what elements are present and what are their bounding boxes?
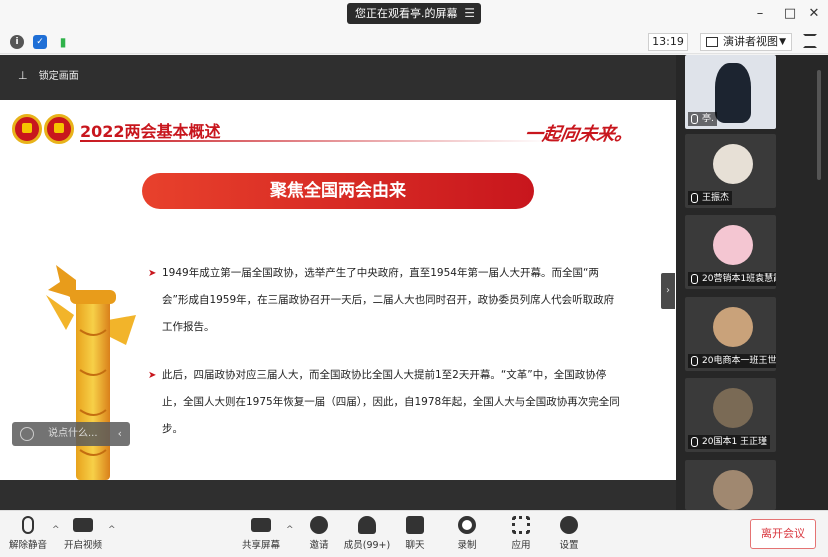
participant-video xyxy=(715,63,751,123)
title-bar: 您正在观看亭.的屏幕 ☰ – □ ✕ xyxy=(0,0,828,30)
chevron-left-icon[interactable]: ‹ xyxy=(118,422,122,446)
apps-button[interactable]: 应用 xyxy=(506,516,536,551)
window-title: 您正在观看亭.的屏幕 xyxy=(355,7,458,20)
meeting-timer: 13:19 xyxy=(648,33,688,51)
emoji-icon[interactable] xyxy=(20,427,34,441)
info-icon[interactable]: i xyxy=(10,35,24,49)
paragraph-1: ➤ 1949年成立第一届全国政协，选举产生了中央政府，直至1954年第一届人大开… xyxy=(148,260,623,341)
record-icon xyxy=(458,516,476,534)
paragraph-2: ➤ 此后，四届政协对应三届人大，而全国政协比全国人大提前1至2天开幕。“文革”中… xyxy=(148,362,623,443)
participant-tile[interactable]: 20电商本一班王世昱 xyxy=(685,297,776,371)
speaker-view-icon xyxy=(706,37,718,47)
view-mode-label: 演讲者视图 xyxy=(723,35,778,48)
participant-tile[interactable]: 20营销本1班袁慧霞 xyxy=(685,215,776,289)
close-icon[interactable]: ✕ xyxy=(806,6,822,22)
participant-name: 20电商本一班王世昱 xyxy=(688,354,776,368)
mic-muted-icon xyxy=(22,516,34,534)
participant-tile[interactable] xyxy=(685,460,776,510)
settings-button[interactable]: 设置 xyxy=(554,516,584,551)
participant-name: 20营销本1班袁慧霞 xyxy=(688,272,776,286)
lock-view-button[interactable]: ⊥ 锁定画面 xyxy=(10,64,87,88)
view-mode-button[interactable]: 演讲者视图 ▼ xyxy=(700,33,792,51)
party-emblem-icon xyxy=(44,114,74,144)
invite-icon xyxy=(310,516,328,534)
panel-scrollbar[interactable] xyxy=(817,70,821,180)
share-options-caret[interactable]: ^ xyxy=(286,525,294,535)
mic-options-caret[interactable]: ^ xyxy=(52,525,60,535)
signal-icon[interactable]: ▮ xyxy=(56,35,70,49)
participant-name: 亭. xyxy=(688,112,717,126)
participant-name: 20国本1 王正瑾 xyxy=(688,435,771,449)
slide-title: 2022两会基本概述 xyxy=(80,122,221,141)
participant-avatar xyxy=(713,388,753,428)
participant-avatar xyxy=(713,307,753,347)
members-icon xyxy=(358,516,376,534)
national-emblem-icon xyxy=(12,114,42,144)
collapse-panel-button[interactable]: › xyxy=(661,273,675,309)
mic-icon xyxy=(691,114,698,124)
fullscreen-icon[interactable] xyxy=(803,34,817,48)
meeting-window: 您正在观看亭.的屏幕 ☰ – □ ✕ i ✓ ▮ 13:19 演讲者视图 ▼ ⊥… xyxy=(0,0,828,557)
mic-icon xyxy=(691,193,698,203)
unmute-button[interactable]: 解除静音 xyxy=(8,516,48,551)
members-button[interactable]: 成员(99+) xyxy=(342,516,392,551)
participant-panel: 亭. 王振杰 20营销本1班袁慧霞 20电商本一班王世昱 20国本1 王正瑾 xyxy=(676,55,828,510)
record-button[interactable]: 录制 xyxy=(452,516,482,551)
share-screen-icon xyxy=(251,518,271,532)
screen-share-title[interactable]: 您正在观看亭.的屏幕 ☰ xyxy=(347,3,481,24)
chevron-down-icon: ▼ xyxy=(779,37,786,47)
participant-avatar xyxy=(713,144,753,184)
title-underline xyxy=(80,140,550,142)
info-bar: i ✓ ▮ 13:19 演讲者视图 ▼ xyxy=(0,30,828,54)
huabiao-pillar-image xyxy=(46,265,136,480)
shield-icon[interactable]: ✓ xyxy=(33,35,47,49)
bottom-toolbar: 解除静音 ^ 开启视频 ^ 共享屏幕 ^ 邀请 成员(99+) 聊天 录制 应用… xyxy=(0,510,828,557)
participant-avatar xyxy=(713,225,753,265)
menu-icon[interactable]: ☰ xyxy=(464,3,475,24)
video-off-icon xyxy=(73,518,93,532)
slide-banner: 聚焦全国两会由来 xyxy=(142,173,534,209)
invite-button[interactable]: 邀请 xyxy=(304,516,334,551)
leave-meeting-button[interactable]: 离开会议 xyxy=(750,519,816,549)
chat-button[interactable]: 聊天 xyxy=(400,516,430,551)
pin-icon: ⊥ xyxy=(18,69,28,82)
mic-icon xyxy=(691,356,698,366)
participant-tile[interactable]: 王振杰 xyxy=(685,134,776,208)
participant-avatar xyxy=(713,470,753,510)
chat-input[interactable]: 说点什么... ‹ xyxy=(12,422,130,446)
minimize-icon[interactable]: – xyxy=(752,6,768,22)
lock-view-label: 锁定画面 xyxy=(38,71,79,82)
bullet-arrow-icon: ➤ xyxy=(148,370,157,381)
chat-placeholder: 说点什么... xyxy=(48,428,98,439)
participant-name: 王振杰 xyxy=(688,191,733,205)
start-video-button[interactable]: 开启视频 xyxy=(62,516,104,551)
apps-icon xyxy=(512,516,530,534)
bullet-arrow-icon: ➤ xyxy=(148,268,157,279)
chat-icon xyxy=(406,516,424,534)
settings-icon xyxy=(560,516,578,534)
video-options-caret[interactable]: ^ xyxy=(108,525,116,535)
mic-icon xyxy=(691,274,698,284)
share-screen-button[interactable]: 共享屏幕 xyxy=(240,516,282,551)
participant-tile[interactable]: 20国本1 王正瑾 xyxy=(685,378,776,452)
slogan-calligraphy: 一起向未来。 xyxy=(522,124,635,145)
maximize-icon[interactable]: □ xyxy=(782,6,798,22)
mic-icon xyxy=(691,437,698,447)
participant-tile[interactable]: 亭. xyxy=(685,55,776,129)
